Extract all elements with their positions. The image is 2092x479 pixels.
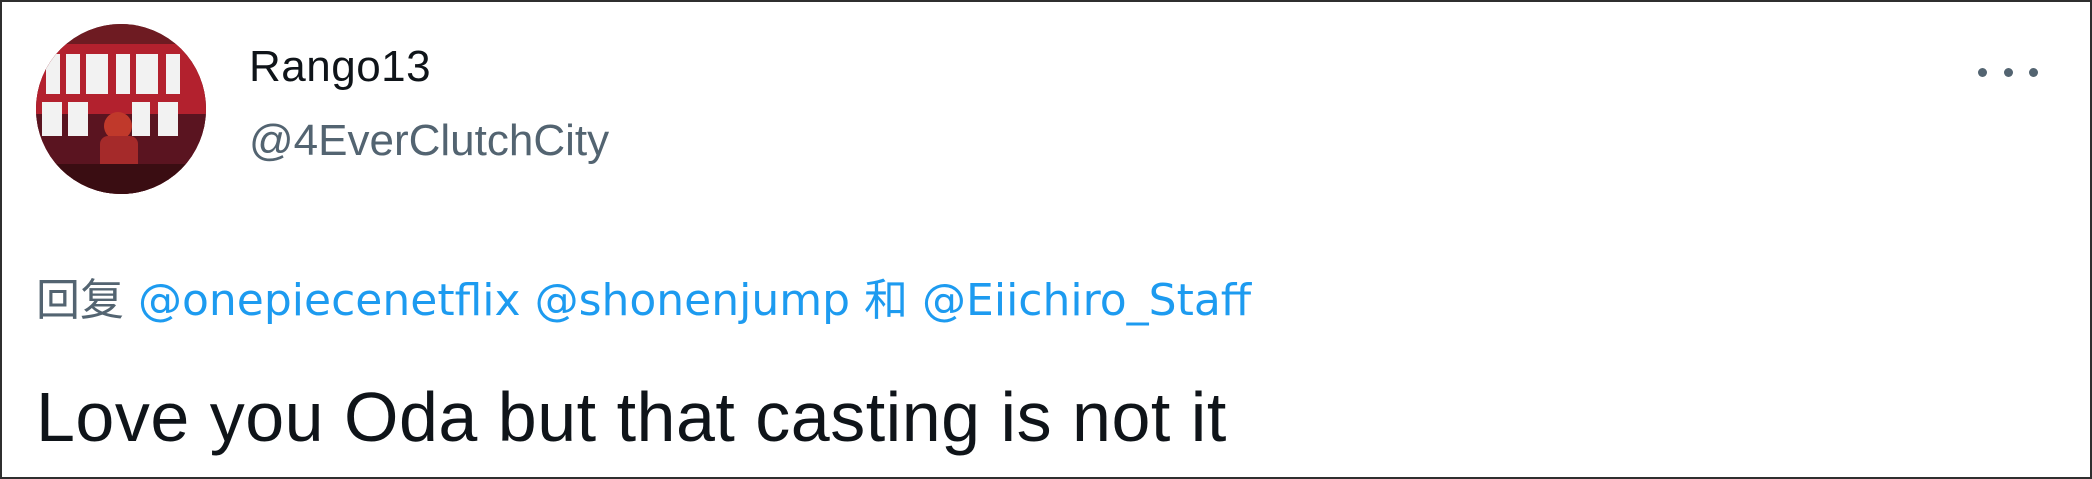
author-handle[interactable]: @4EverClutchCity [249,116,609,166]
mention-link-onepiecenetflix[interactable]: @onepiecenetflix [138,275,521,326]
tweet-text: Love you Oda but that casting is not it [36,378,1227,456]
reply-prefix: 回复 [36,275,124,326]
more-horizontal-icon [1978,67,1987,77]
mention-link-eiichiro-staff[interactable]: @Eiichiro_Staff [922,275,1251,326]
author-display-name[interactable]: Rango13 [249,42,431,92]
reply-context: 回复 @onepiecenetflix @shonenjump 和 @Eiich… [36,264,1251,328]
reply-conjunction: 和 [864,275,909,326]
more-horizontal-icon-dot [2003,67,2013,77]
more-options-button[interactable] [1978,48,2038,96]
profile-avatar[interactable] [36,24,206,194]
tweet-card[interactable]: Rango13 @4EverClutchCity 回复 @onepiecenet… [0,0,2092,479]
mention-link-shonenjump[interactable]: @shonenjump [535,275,850,326]
more-horizontal-icon-dot [2029,67,2038,77]
